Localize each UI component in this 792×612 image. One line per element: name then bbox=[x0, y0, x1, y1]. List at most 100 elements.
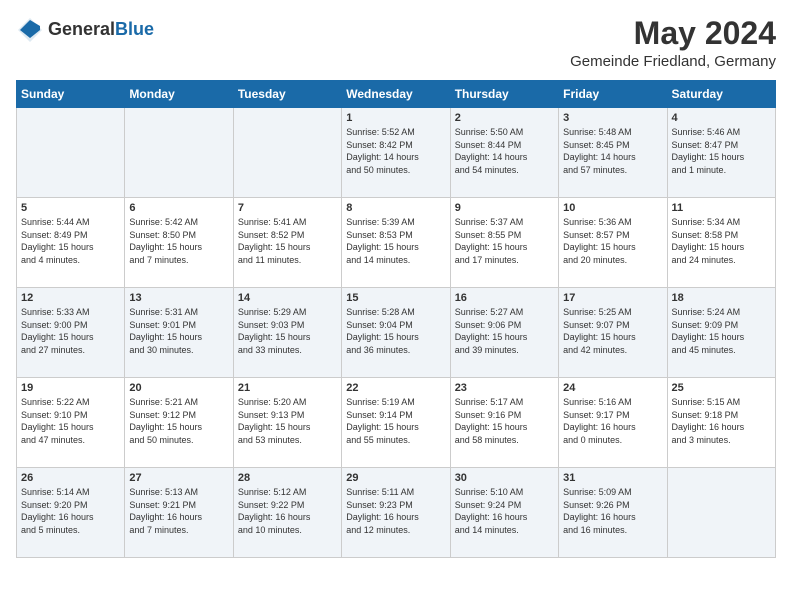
calendar-cell: 28 Sunrise: 5:12 AM Sunset: 9:22 PM Dayli… bbox=[233, 468, 341, 558]
day-number: 27 bbox=[129, 472, 228, 484]
calendar-cell bbox=[667, 468, 775, 558]
day-info: Sunrise: 5:31 AM Sunset: 9:01 PM Dayligh… bbox=[129, 306, 228, 356]
day-number: 23 bbox=[455, 382, 554, 394]
day-number: 16 bbox=[455, 292, 554, 304]
calendar-cell: 16Sunrise: 5:27 AM Sunset: 9:06 PM Dayli… bbox=[450, 288, 558, 378]
day-info: Sunrise: 5:50 AM Sunset: 8:44 PM Dayligh… bbox=[455, 126, 554, 176]
month-year: May 2024 bbox=[570, 16, 776, 51]
calendar-cell: 19 Sunrise: 5:22 AM Sunset: 9:10 PM Dayli… bbox=[17, 378, 125, 468]
calendar-cell: 24 Sunrise: 5:16 AM Sunset: 9:17 PM Dayli… bbox=[559, 378, 667, 468]
day-number: 9 bbox=[455, 202, 554, 214]
calendar-header-row: SundayMondayTuesdayWednesdayThursdayFrid… bbox=[17, 81, 776, 108]
calendar-cell: 23 Sunrise: 5:17 AM Sunset: 9:16 PM Dayli… bbox=[450, 378, 558, 468]
title-block: May 2024 Gemeinde Friedland, Germany bbox=[570, 16, 776, 70]
calendar-cell: 3 Sunrise: 5:48 AM Sunset: 8:45 PM Daylig… bbox=[559, 108, 667, 198]
calendar-cell: 18 Sunrise: 5:24 AM Sunset: 9:09 PM Dayli… bbox=[667, 288, 775, 378]
calendar-weekday-wednesday: Wednesday bbox=[342, 81, 450, 108]
calendar-cell: 15 Sunrise: 5:28 AM Sunset: 9:04 PM Dayli… bbox=[342, 288, 450, 378]
day-number: 26 bbox=[21, 472, 120, 484]
calendar-cell: 7 Sunrise: 5:41 AM Sunset: 8:52 PM Daylig… bbox=[233, 198, 341, 288]
calendar-cell: 13 Sunrise: 5:31 AM Sunset: 9:01 PM Dayli… bbox=[125, 288, 233, 378]
day-number: 21 bbox=[238, 382, 337, 394]
calendar-cell: 25 Sunrise: 5:15 AM Sunset: 9:18 PM Dayli… bbox=[667, 378, 775, 468]
day-number: 22 bbox=[346, 382, 445, 394]
day-number: 7 bbox=[238, 202, 337, 214]
day-number: 10 bbox=[563, 202, 662, 214]
day-number: 19 bbox=[21, 382, 120, 394]
day-number: 11 bbox=[672, 202, 771, 214]
day-info: Sunrise: 5:11 AM Sunset: 9:23 PM Dayligh… bbox=[346, 486, 445, 536]
day-info: Sunrise: 5:48 AM Sunset: 8:45 PM Dayligh… bbox=[563, 126, 662, 176]
day-info: Sunrise: 5:10 AM Sunset: 9:24 PM Dayligh… bbox=[455, 486, 554, 536]
day-info: Sunrise: 5:09 AM Sunset: 9:26 PM Dayligh… bbox=[563, 486, 662, 536]
day-number: 20 bbox=[129, 382, 228, 394]
day-number: 14 bbox=[238, 292, 337, 304]
day-number: 3 bbox=[563, 112, 662, 124]
day-info: Sunrise: 5:17 AM Sunset: 9:16 PM Dayligh… bbox=[455, 396, 554, 446]
day-info: Sunrise: 5:44 AM Sunset: 8:49 PM Dayligh… bbox=[21, 216, 120, 266]
day-number: 2 bbox=[455, 112, 554, 124]
calendar-cell: 26 Sunrise: 5:14 AM Sunset: 9:20 PM Dayli… bbox=[17, 468, 125, 558]
calendar-cell: 2 Sunrise: 5:50 AM Sunset: 8:44 PM Daylig… bbox=[450, 108, 558, 198]
day-info: Sunrise: 5:22 AM Sunset: 9:10 PM Dayligh… bbox=[21, 396, 120, 446]
day-number: 30 bbox=[455, 472, 554, 484]
calendar-cell: 27 Sunrise: 5:13 AM Sunset: 9:21 PM Dayli… bbox=[125, 468, 233, 558]
day-info: Sunrise: 5:28 AM Sunset: 9:04 PM Dayligh… bbox=[346, 306, 445, 356]
day-info: Sunrise: 5:13 AM Sunset: 9:21 PM Dayligh… bbox=[129, 486, 228, 536]
day-info: Sunrise: 5:33 AM Sunset: 9:00 PM Dayligh… bbox=[21, 306, 120, 356]
day-number: 24 bbox=[563, 382, 662, 394]
day-number: 17 bbox=[563, 292, 662, 304]
day-number: 31 bbox=[563, 472, 662, 484]
calendar-week-row: 5 Sunrise: 5:44 AM Sunset: 8:49 PM Daylig… bbox=[17, 198, 776, 288]
day-number: 28 bbox=[238, 472, 337, 484]
day-number: 5 bbox=[21, 202, 120, 214]
day-info: Sunrise: 5:29 AM Sunset: 9:03 PM Dayligh… bbox=[238, 306, 337, 356]
day-info: Sunrise: 5:21 AM Sunset: 9:12 PM Dayligh… bbox=[129, 396, 228, 446]
day-info: Sunrise: 5:39 AM Sunset: 8:53 PM Dayligh… bbox=[346, 216, 445, 266]
day-number: 15 bbox=[346, 292, 445, 304]
calendar-cell: 29Sunrise: 5:11 AM Sunset: 9:23 PM Dayli… bbox=[342, 468, 450, 558]
day-info: Sunrise: 5:42 AM Sunset: 8:50 PM Dayligh… bbox=[129, 216, 228, 266]
day-info: Sunrise: 5:36 AM Sunset: 8:57 PM Dayligh… bbox=[563, 216, 662, 266]
calendar-weekday-friday: Friday bbox=[559, 81, 667, 108]
day-info: Sunrise: 5:34 AM Sunset: 8:58 PM Dayligh… bbox=[672, 216, 771, 266]
calendar-cell: 10 Sunrise: 5:36 AM Sunset: 8:57 PM Dayli… bbox=[559, 198, 667, 288]
day-info: Sunrise: 5:41 AM Sunset: 8:52 PM Dayligh… bbox=[238, 216, 337, 266]
calendar-week-row: 12 Sunrise: 5:33 AM Sunset: 9:00 PM Dayli… bbox=[17, 288, 776, 378]
logo: GeneralBlue bbox=[16, 16, 154, 44]
calendar-cell bbox=[17, 108, 125, 198]
day-info: Sunrise: 5:20 AM Sunset: 9:13 PM Dayligh… bbox=[238, 396, 337, 446]
calendar-weekday-thursday: Thursday bbox=[450, 81, 558, 108]
day-info: Sunrise: 5:46 AM Sunset: 8:47 PM Dayligh… bbox=[672, 126, 771, 176]
calendar-cell: 17Sunrise: 5:25 AM Sunset: 9:07 PM Dayli… bbox=[559, 288, 667, 378]
day-number: 13 bbox=[129, 292, 228, 304]
logo-text: GeneralBlue bbox=[48, 20, 154, 40]
calendar-cell: 11 Sunrise: 5:34 AM Sunset: 8:58 PM Dayli… bbox=[667, 198, 775, 288]
calendar-weekday-tuesday: Tuesday bbox=[233, 81, 341, 108]
day-info: Sunrise: 5:14 AM Sunset: 9:20 PM Dayligh… bbox=[21, 486, 120, 536]
calendar-cell bbox=[233, 108, 341, 198]
day-info: Sunrise: 5:19 AM Sunset: 9:14 PM Dayligh… bbox=[346, 396, 445, 446]
page-header: GeneralBlue May 2024 Gemeinde Friedland,… bbox=[16, 16, 776, 70]
calendar-cell: 1Sunrise: 5:52 AM Sunset: 8:42 PM Daylig… bbox=[342, 108, 450, 198]
calendar-cell: 22 Sunrise: 5:19 AM Sunset: 9:14 PM Dayli… bbox=[342, 378, 450, 468]
logo-icon bbox=[16, 16, 44, 44]
calendar-cell: 9 Sunrise: 5:37 AM Sunset: 8:55 PM Daylig… bbox=[450, 198, 558, 288]
day-info: Sunrise: 5:15 AM Sunset: 9:18 PM Dayligh… bbox=[672, 396, 771, 446]
day-info: Sunrise: 5:16 AM Sunset: 9:17 PM Dayligh… bbox=[563, 396, 662, 446]
day-info: Sunrise: 5:12 AM Sunset: 9:22 PM Dayligh… bbox=[238, 486, 337, 536]
day-info: Sunrise: 5:37 AM Sunset: 8:55 PM Dayligh… bbox=[455, 216, 554, 266]
day-number: 6 bbox=[129, 202, 228, 214]
location: Gemeinde Friedland, Germany bbox=[570, 53, 776, 70]
calendar-cell: 12 Sunrise: 5:33 AM Sunset: 9:00 PM Dayli… bbox=[17, 288, 125, 378]
calendar-cell: 5 Sunrise: 5:44 AM Sunset: 8:49 PM Daylig… bbox=[17, 198, 125, 288]
day-number: 25 bbox=[672, 382, 771, 394]
calendar-cell: 20 Sunrise: 5:21 AM Sunset: 9:12 PM Dayli… bbox=[125, 378, 233, 468]
calendar-weekday-monday: Monday bbox=[125, 81, 233, 108]
day-number: 12 bbox=[21, 292, 120, 304]
day-info: Sunrise: 5:24 AM Sunset: 9:09 PM Dayligh… bbox=[672, 306, 771, 356]
calendar-week-row: 19 Sunrise: 5:22 AM Sunset: 9:10 PM Dayli… bbox=[17, 378, 776, 468]
calendar-cell: 30 Sunrise: 5:10 AM Sunset: 9:24 PM Dayli… bbox=[450, 468, 558, 558]
day-number: 18 bbox=[672, 292, 771, 304]
calendar-cell: 8Sunrise: 5:39 AM Sunset: 8:53 PM Daylig… bbox=[342, 198, 450, 288]
